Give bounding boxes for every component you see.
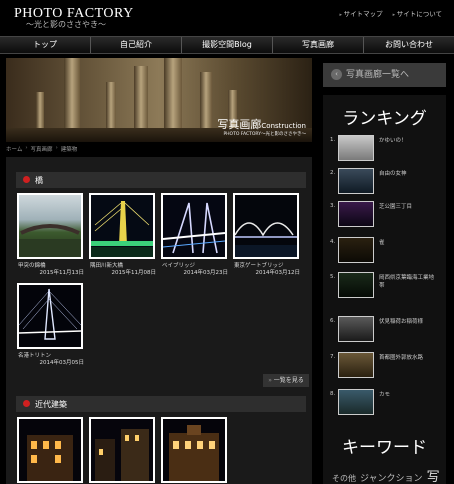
breadcrumb-current: 建築物 [60, 147, 78, 153]
photo-date: 2014年03月12日 [255, 270, 301, 276]
section-title: 近代建築 [35, 400, 67, 409]
breadcrumb-gallery[interactable]: 写真画廊 [31, 145, 53, 153]
sitemap-link[interactable]: サイトマップ [339, 8, 383, 18]
ranking-item[interactable]: 3. 芝公園三丁目 [330, 201, 442, 229]
about-site-link[interactable]: サイトについて [393, 8, 442, 18]
ranking-item[interactable]: 5. 岡西県京葉臨海工業地帯 [330, 272, 442, 300]
photo-thumb[interactable] [89, 193, 155, 259]
photo-thumb[interactable] [17, 193, 83, 259]
keyword-link[interactable]: 写 [427, 466, 440, 484]
breadcrumb: ホーム › 写真画廊 › 建築物 [6, 145, 77, 153]
ranking-item[interactable]: 6. 伏見稲荷お稲荷様 [330, 316, 442, 344]
ranking-item[interactable]: 7. 首都圏外郭放水路 [330, 352, 442, 380]
keyword-cloud: その他 ジャンクション 写 [332, 466, 440, 484]
ranking-thumb [338, 389, 374, 415]
keyword-title: キーワード [342, 438, 427, 458]
photo-thumb[interactable] [17, 283, 83, 349]
nav-item-profile[interactable]: 自己紹介 [91, 37, 182, 53]
ranking-item[interactable]: 4. 雀 [330, 237, 442, 265]
ranking-item[interactable]: 2. 自由の女神 [330, 168, 442, 196]
ranking-item[interactable]: 8. カモ [330, 389, 442, 417]
photo-date: 2015年11月08日 [111, 270, 157, 276]
section-header-modern: 近代建築 [16, 396, 306, 412]
photo-date: 2014年03月05日 [39, 360, 85, 366]
nav-item-contact[interactable]: お問い合わせ [364, 37, 454, 53]
gallery-panel: 橋 甲突の錦橋 2015年11月13日 隅田川新大橋 2015年11月08日 ベ… [6, 157, 312, 484]
breadcrumb-separator: › [25, 145, 28, 151]
breadcrumb-home[interactable]: ホーム [6, 145, 22, 153]
hero-title: 写真画廊Construction [217, 118, 306, 131]
site-logo-subtitle: 〜光と影のささやき〜 [26, 20, 106, 29]
keyword-link[interactable]: その他 [332, 473, 356, 484]
ranking-thumb [338, 201, 374, 227]
hero-banner: 写真画廊Construction PHOTO FACTORY〜光と影のささやき〜 [6, 58, 312, 142]
photo-thumb[interactable] [161, 417, 227, 483]
ranking-thumb [338, 352, 374, 378]
ranking-thumb [338, 272, 374, 298]
ranking-item[interactable]: 1. かゆいの！ [330, 135, 442, 163]
header-links: サイトマップ サイトについて [339, 8, 442, 18]
section-title: 橋 [35, 176, 43, 185]
ranking-thumb [338, 316, 374, 342]
chevron-left-icon: ‹ [331, 69, 342, 80]
ranking-thumb [338, 168, 374, 194]
photo-thumb[interactable] [161, 193, 227, 259]
global-nav: トップ 自己紹介 撮影空間Blog 写真画廊 お問い合わせ [0, 36, 454, 54]
ranking-title: ランキング [342, 109, 427, 129]
nav-item-gallery[interactable]: 写真画廊 [273, 37, 364, 53]
red-dot-icon [23, 400, 30, 407]
red-dot-icon [23, 176, 30, 183]
section-header-bridges: 橋 [16, 172, 306, 188]
ranking-thumb [338, 237, 374, 263]
breadcrumb-separator: › [55, 145, 58, 151]
site-header: PHOTO FACTORY 〜光と影のささやき〜 サイトマップ サイトについて [0, 0, 454, 36]
photo-date: 2015年11月13日 [39, 270, 85, 276]
photo-thumb[interactable] [17, 417, 83, 483]
nav-item-blog[interactable]: 撮影空間Blog [182, 37, 273, 53]
see-more-button[interactable]: 一覧を見る [263, 374, 309, 387]
photo-thumb[interactable] [89, 417, 155, 483]
hero-subtitle: PHOTO FACTORY〜光と影のささやき〜 [223, 132, 306, 137]
keyword-link[interactable]: ジャンクション [360, 471, 423, 484]
gallery-list-button[interactable]: ‹ 写真画廊一覧へ [323, 63, 446, 87]
sidebar: ランキング 1. かゆいの！ 2. 自由の女神 3. 芝公園三丁目 4. 雀 5… [323, 95, 446, 484]
ranking-thumb [338, 135, 374, 161]
photo-date: 2014年03月23日 [183, 270, 229, 276]
nav-item-top[interactable]: トップ [0, 37, 91, 53]
photo-thumb[interactable] [233, 193, 299, 259]
